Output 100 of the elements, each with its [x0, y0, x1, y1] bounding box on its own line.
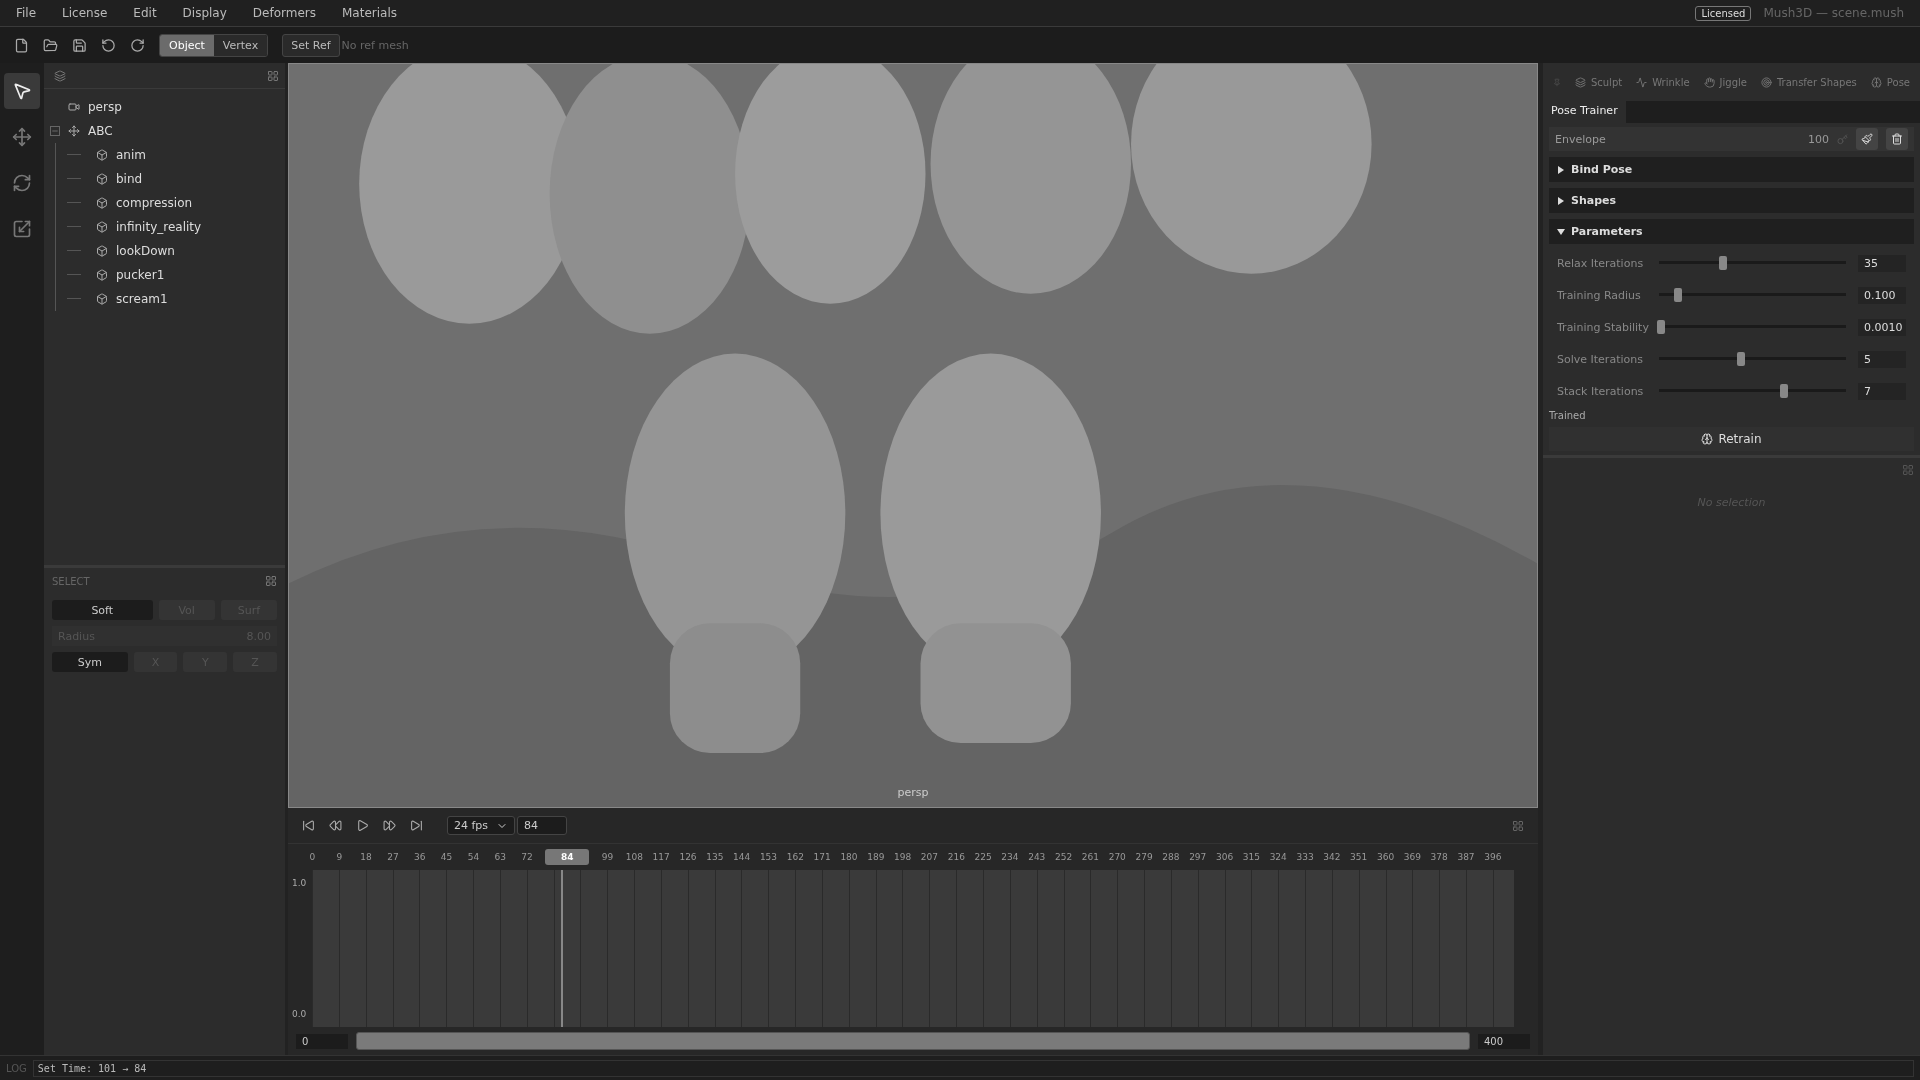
- slider-thumb[interactable]: [1673, 288, 1682, 302]
- value-field[interactable]: 0.0010: [1858, 318, 1906, 336]
- value-field[interactable]: 35: [1858, 254, 1906, 272]
- set-ref-button[interactable]: Set Ref: [282, 33, 340, 57]
- frame-tick: 27: [386, 852, 400, 862]
- frame-tick: 369: [1402, 852, 1422, 862]
- mode-button[interactable]: Vertex: [213, 34, 268, 56]
- menu-item[interactable]: Display: [182, 6, 227, 20]
- range-start-field[interactable]: 0: [296, 1033, 348, 1049]
- undo-icon[interactable]: [101, 37, 116, 53]
- axis-label: 1.0: [292, 878, 308, 888]
- menu-item[interactable]: File: [16, 6, 37, 20]
- outliner-item[interactable]: persp: [88, 100, 122, 114]
- outliner-item[interactable]: scream1: [116, 292, 168, 306]
- skip-back-icon[interactable]: [302, 819, 315, 832]
- outliner-item[interactable]: bind: [116, 172, 143, 186]
- menu-item[interactable]: Materials: [342, 6, 397, 20]
- save-icon[interactable]: [72, 37, 87, 53]
- paintbrush-icon: [1861, 133, 1873, 145]
- frame-tick: 108: [624, 852, 644, 862]
- outliner-item[interactable]: compression: [116, 196, 193, 210]
- paint-button[interactable]: [1856, 128, 1878, 150]
- play-icon[interactable]: [356, 819, 369, 832]
- panel-grid-icon[interactable]: [267, 69, 279, 82]
- panel-grid-icon[interactable]: [265, 575, 277, 587]
- select-mode-button[interactable]: Soft: [52, 600, 153, 620]
- current-frame-marker[interactable]: 84: [545, 849, 590, 865]
- brain-icon: [1701, 433, 1714, 445]
- mesh-icon: [96, 197, 108, 209]
- rewind-icon[interactable]: [329, 819, 342, 832]
- value-field[interactable]: 5: [1858, 350, 1906, 368]
- panel-grid-icon[interactable]: [1512, 819, 1524, 832]
- skip-forward-icon[interactable]: [410, 819, 423, 832]
- mesh-icon: [96, 293, 108, 305]
- envelope-value[interactable]: 100: [1808, 132, 1829, 146]
- slider-thumb[interactable]: [1737, 352, 1746, 366]
- redo-icon[interactable]: [130, 37, 145, 53]
- mode-button[interactable]: Object: [160, 34, 214, 56]
- layers-icon: [1574, 76, 1586, 88]
- frame-tick: 9: [335, 852, 344, 862]
- hand-icon: [1703, 76, 1715, 88]
- select-tool-button[interactable]: [4, 73, 40, 109]
- frame-tick: 180: [839, 852, 859, 862]
- app-title: Mush3D — scene.mush: [1763, 6, 1904, 20]
- section-header[interactable]: Bind Pose: [1549, 157, 1914, 182]
- caret-right-icon: [1557, 165, 1565, 174]
- outliner-item[interactable]: infinity_reality: [116, 220, 202, 234]
- outliner-item[interactable]: anim: [116, 148, 146, 162]
- frame-field[interactable]: 84: [517, 816, 568, 835]
- slider-thumb[interactable]: [1780, 384, 1789, 398]
- retrain-button[interactable]: Retrain: [1549, 427, 1914, 451]
- frame-tick: 216: [946, 852, 966, 862]
- value-field[interactable]: 0.100: [1858, 286, 1906, 304]
- log-message: Set Time: 101 → 84: [32, 1059, 1914, 1077]
- trash-icon: [1891, 133, 1903, 145]
- parameter-label: Training Radius: [1557, 288, 1642, 302]
- parameter-label: Stack Iterations: [1557, 384, 1645, 398]
- frame-tick: 261: [1080, 852, 1100, 862]
- mesh-icon: [96, 245, 108, 257]
- parameter-label: Training Stability: [1557, 320, 1647, 334]
- frame-tick: 72: [520, 852, 534, 862]
- frame-tick: 171: [812, 852, 832, 862]
- parameter-label: Solve Iterations: [1557, 352, 1644, 366]
- license-badge: Licensed: [1695, 5, 1752, 21]
- timeline-scrollbar[interactable]: [356, 1032, 1470, 1050]
- caret-right-icon: [1557, 196, 1565, 205]
- menu-item[interactable]: License: [62, 6, 108, 20]
- frame-tick: 279: [1134, 852, 1154, 862]
- envelope-label: Envelope: [1555, 132, 1607, 146]
- frame-tick: 135: [705, 852, 725, 862]
- collapse-icon[interactable]: [50, 126, 60, 136]
- section-header[interactable]: Parameters: [1549, 219, 1914, 244]
- menu-item[interactable]: Edit: [133, 6, 157, 20]
- panel-title: SELECT: [52, 575, 90, 587]
- frame-tick: 378: [1429, 852, 1449, 862]
- fps-dropdown[interactable]: 24 fps: [447, 816, 516, 835]
- frame-tick: 54: [466, 852, 481, 862]
- outliner-item[interactable]: pucker1: [116, 268, 165, 282]
- delete-button[interactable]: [1886, 128, 1908, 150]
- frame-tick: 153: [758, 852, 779, 862]
- slider-thumb[interactable]: [1718, 256, 1727, 270]
- parameter-label: Relax Iterations: [1557, 256, 1645, 270]
- frame-tick: 18: [359, 852, 373, 862]
- section-header[interactable]: Shapes: [1549, 188, 1914, 213]
- frame-tick: 99: [600, 852, 615, 862]
- new-file-icon[interactable]: [14, 37, 29, 53]
- frame-tick: 387: [1456, 852, 1476, 862]
- slider-thumb[interactable]: [1656, 320, 1665, 334]
- folder-icon[interactable]: [43, 37, 58, 53]
- value-field[interactable]: 7: [1858, 382, 1906, 400]
- frame-tick: 252: [1054, 852, 1074, 862]
- outliner-item[interactable]: lookDown: [116, 244, 175, 258]
- frame-tick: 189: [866, 852, 886, 862]
- menu-item[interactable]: Deformers: [252, 6, 316, 20]
- fast-forward-icon[interactable]: [383, 819, 396, 832]
- sym-button[interactable]: Sym: [52, 652, 128, 672]
- active-tab[interactable]: Pose Trainer: [1543, 101, 1626, 123]
- range-end-field[interactable]: 400: [1478, 1033, 1530, 1049]
- outliner-item[interactable]: ABC: [88, 124, 113, 138]
- frame-tick: 36: [413, 852, 427, 862]
